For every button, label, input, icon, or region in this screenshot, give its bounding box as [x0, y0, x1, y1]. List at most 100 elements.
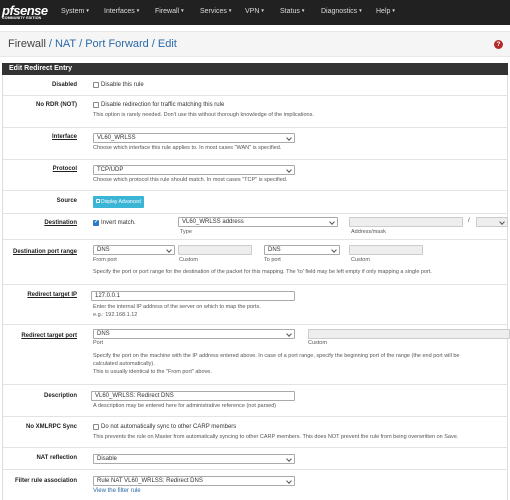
- display-advanced-label: Display Advanced: [101, 199, 141, 205]
- caret-down-icon: ▼: [180, 8, 185, 13]
- row-redirect-port: Redirect target port DNS Port Custom Spe…: [2, 324, 510, 382]
- destination-slash: /: [468, 218, 470, 224]
- redirect-port-select[interactable]: DNS: [93, 329, 295, 339]
- nav-label: Diagnostics: [321, 8, 358, 15]
- caret-down-icon: ▼: [391, 8, 396, 13]
- caret-down-icon: ▼: [227, 8, 233, 13]
- row-interface: Interface VL60_WRLSS Choose which interf…: [2, 127, 508, 156]
- disabled-checkbox-text: Disable this rule: [101, 82, 144, 88]
- row-no-xmlrpc: No XMLRPC Sync Do not automatically sync…: [2, 416, 508, 445]
- destination-mask-select[interactable]: [476, 217, 508, 227]
- invert-match-checkbox[interactable]: [93, 219, 99, 226]
- breadcrumb: Firewall / NAT / Port Forward / Edit: [8, 38, 177, 50]
- nav-label: Help: [376, 8, 391, 15]
- destination-address-caption: Address/mask: [351, 229, 386, 235]
- redirect-port-custom-input[interactable]: [308, 329, 510, 339]
- nav-firewall[interactable]: Firewall▼: [155, 8, 185, 15]
- dest-from-custom-input[interactable]: [178, 245, 252, 255]
- settings-icon: [96, 199, 100, 203]
- filter-rule-label: Filter rule association: [14, 478, 77, 484]
- dest-from-port-caption: From port: [93, 257, 117, 263]
- breadcrumb-separator: /: [79, 38, 83, 50]
- description-input[interactable]: VL60_WRLSS: Redirect DNS: [91, 391, 295, 401]
- breadcrumb-port-forward[interactable]: Port Forward: [85, 38, 149, 50]
- caret-down-icon: ▼: [358, 8, 363, 13]
- invert-match-text: Invert match.: [101, 220, 136, 226]
- row-no-rdr: No RDR (NOT) Disable redirection for tra…: [2, 95, 508, 125]
- caret-down-icon: ▼: [135, 8, 141, 13]
- nav-label: Interfaces: [104, 8, 135, 15]
- nav-help[interactable]: Help▼: [376, 8, 396, 15]
- row-nat-reflection: NAT reflection Disable: [2, 447, 508, 469]
- description-help: A description may be entered here for ad…: [93, 403, 277, 409]
- row-protocol: Protocol TCP/UDP Choose which protocol t…: [2, 159, 508, 188]
- no-xmlrpc-checkbox-text: Do not automatically sync to other CARP …: [101, 424, 237, 430]
- nav-interfaces[interactable]: Interfaces▼: [104, 8, 140, 15]
- disabled-label: Disabled: [51, 82, 77, 88]
- nav-label: System: [61, 8, 85, 15]
- destination-type-caption: Type: [180, 229, 192, 235]
- redirect-port-caption: Port: [93, 340, 104, 346]
- breadcrumb-separator: /: [48, 38, 52, 50]
- redirect-port-label: Redirect target port: [21, 333, 77, 339]
- destination-label: Destination: [44, 220, 77, 226]
- row-description: Description VL60_WRLSS: Redirect DNS A d…: [2, 384, 508, 416]
- no-rdr-checkbox-text: Disable redirection for traffic matching…: [101, 102, 225, 108]
- help-icon[interactable]: ?: [494, 40, 503, 49]
- dest-to-port-select[interactable]: DNS: [264, 245, 340, 255]
- nav-status[interactable]: Status▼: [280, 8, 305, 15]
- no-rdr-help: This option is rarely needed. Don't use …: [93, 112, 314, 118]
- source-label: Source: [56, 198, 77, 204]
- protocol-select[interactable]: TCP/UDP: [93, 165, 295, 175]
- redirect-port-help-1: Specify the port on the machine with the…: [93, 353, 460, 359]
- no-xmlrpc-help: This prevents the rule on Master from au…: [93, 434, 459, 440]
- nat-reflection-select[interactable]: Disable: [93, 454, 295, 464]
- interface-select[interactable]: VL60_WRLSS: [93, 133, 295, 143]
- nav-services[interactable]: Services▼: [200, 8, 232, 15]
- top-navbar: pfsense COMMUNITY EDITION System▼ Interf…: [0, 0, 510, 25]
- view-filter-rule-link[interactable]: View the filter rule: [93, 488, 141, 494]
- destination-type-select[interactable]: VL60_WRLSS address: [178, 217, 338, 227]
- interface-label: Interface: [51, 134, 77, 140]
- nav-label: Firewall: [155, 8, 180, 15]
- redirect-ip-label: Redirect target IP: [27, 292, 77, 298]
- dest-port-range-help: Specify the port or port range for the d…: [93, 269, 432, 275]
- nav-diagnostics[interactable]: Diagnostics▼: [321, 8, 363, 15]
- redirect-ip-help: Enter the internal IP address of the ser…: [93, 304, 261, 310]
- dest-to-custom-input[interactable]: [349, 245, 423, 255]
- no-xmlrpc-checkbox[interactable]: [93, 424, 99, 430]
- nav-system[interactable]: System▼: [61, 8, 90, 15]
- display-advanced-button[interactable]: Display Advanced: [93, 196, 144, 208]
- nav-vpn[interactable]: VPN▼: [245, 8, 265, 15]
- protocol-label: Protocol: [52, 166, 77, 172]
- redirect-ip-input[interactable]: 127.0.0.1: [91, 291, 295, 301]
- breadcrumb-nat[interactable]: NAT: [55, 38, 76, 50]
- redirect-port-help-3: This is usually identical to the "From p…: [93, 369, 212, 375]
- dest-from-port-select[interactable]: DNS: [93, 245, 175, 255]
- redirect-port-custom-caption: Custom: [308, 340, 327, 346]
- breadcrumb-edit[interactable]: Edit: [158, 38, 177, 50]
- pfsense-logo[interactable]: pfsense COMMUNITY EDITION: [2, 3, 48, 22]
- destination-address-input[interactable]: [349, 217, 463, 227]
- caret-down-icon: ▼: [85, 8, 90, 13]
- row-disabled: Disabled Disable this rule: [2, 76, 508, 95]
- dest-from-custom-caption: Custom: [179, 257, 198, 263]
- nat-reflection-label: NAT reflection: [36, 455, 77, 461]
- no-rdr-checkbox[interactable]: [93, 102, 99, 108]
- panel-title: Edit Redirect Entry: [9, 65, 73, 72]
- breadcrumb-bar: Firewall / NAT / Port Forward / Edit ?: [0, 31, 510, 57]
- dest-to-custom-caption: Custom: [351, 257, 370, 263]
- redirect-port-help-2: calculated automatically).: [93, 361, 155, 367]
- nav-label: VPN: [245, 8, 260, 15]
- dest-to-port-caption: To port: [264, 257, 281, 263]
- logo-edition: COMMUNITY EDITION: [2, 16, 42, 20]
- disabled-checkbox[interactable]: [93, 82, 99, 88]
- filter-rule-select[interactable]: Rule NAT VL60_WRLSS: Redirect DNS: [93, 476, 295, 486]
- row-source: Source Display Advanced: [2, 190, 508, 212]
- redirect-ip-example: e.g.: 192.168.1.12: [93, 312, 138, 318]
- row-dest-port-range: Destination port range DNS From port Cus…: [2, 239, 508, 282]
- breadcrumb-separator: /: [151, 38, 155, 50]
- interface-help: Choose which interface this rule applies…: [93, 145, 282, 151]
- row-filter-rule: Filter rule association Rule NAT VL60_WR…: [2, 469, 508, 500]
- no-rdr-label: No RDR (NOT): [36, 102, 77, 108]
